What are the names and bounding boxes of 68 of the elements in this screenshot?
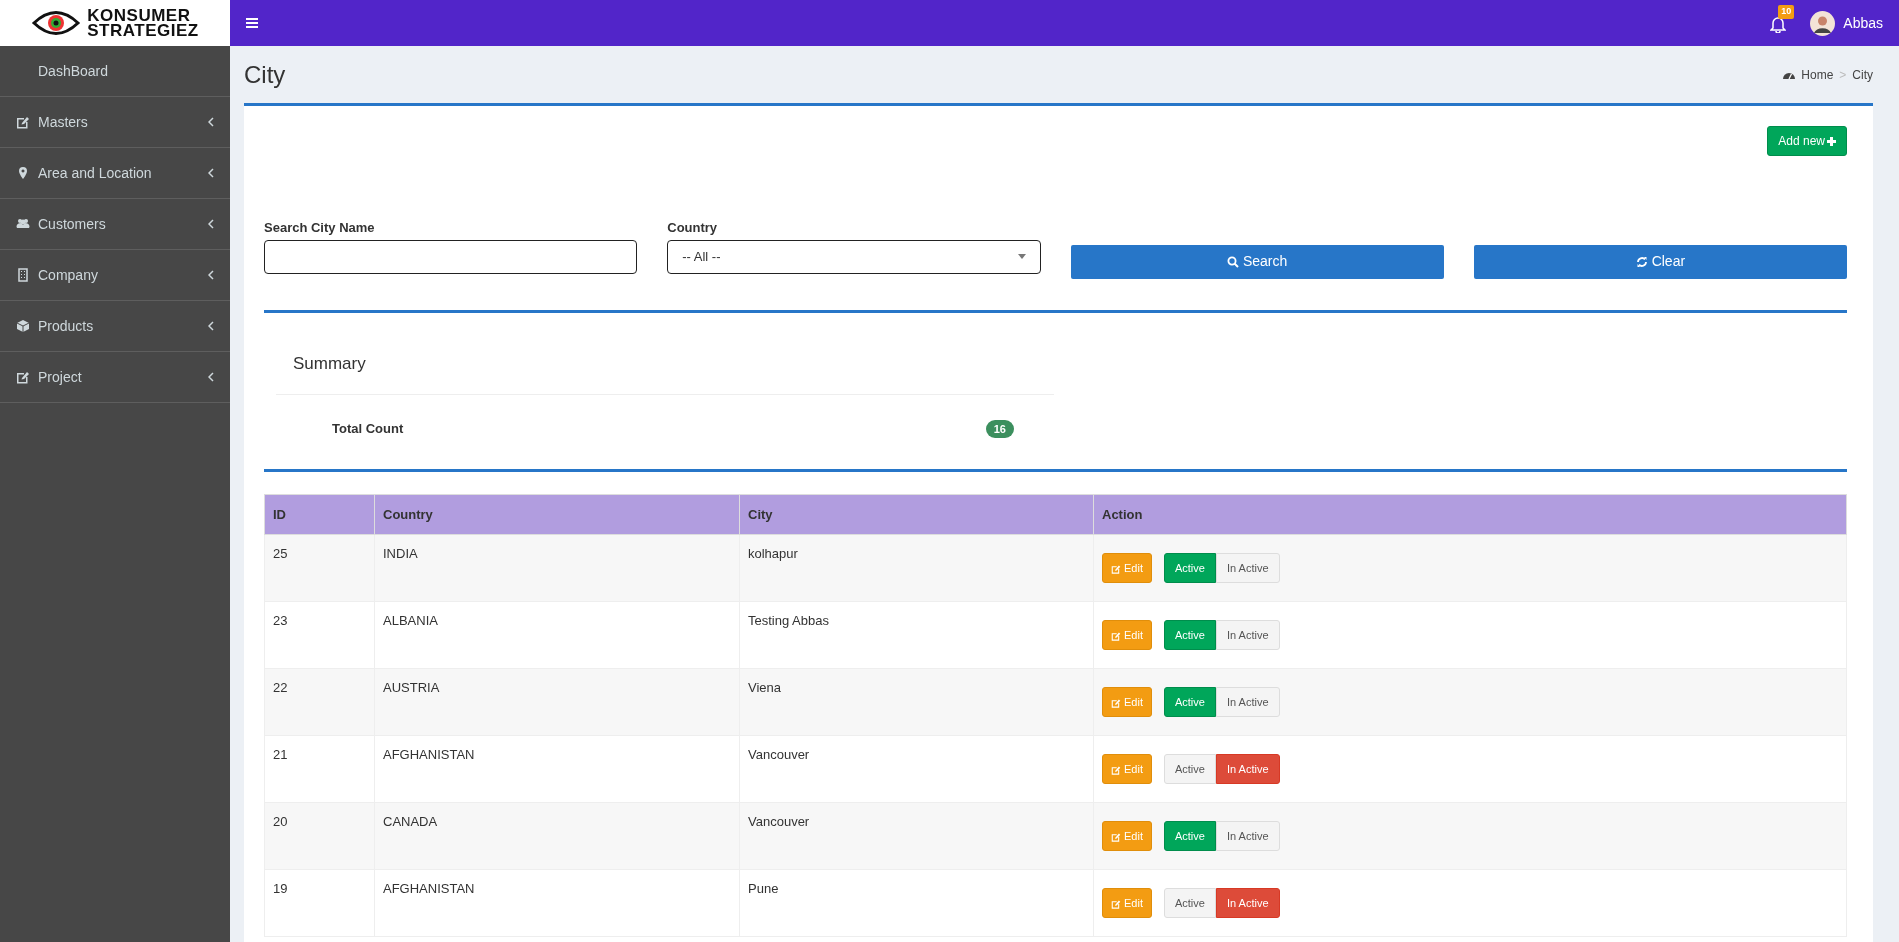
brand-name: KONSUMER: [87, 8, 191, 23]
breadcrumb-current: City: [1852, 66, 1873, 84]
table-cell: Viena: [739, 668, 1094, 736]
table-cell: Vancouver: [739, 802, 1094, 870]
notification-count: 10: [1778, 5, 1795, 19]
table-cell: kolhapur: [739, 534, 1094, 602]
search-icon: [1226, 256, 1239, 269]
summary-title: Summary: [276, 350, 1054, 395]
clear-button[interactable]: Clear: [1473, 244, 1847, 279]
sidebar-item[interactable]: Customers: [38, 213, 208, 235]
column-header: Country: [374, 494, 740, 535]
country-dropdown[interactable]: -- All --: [667, 239, 1041, 274]
brand-name: STRATEGIEZ: [87, 23, 199, 38]
page-title: City: [244, 59, 286, 90]
table-cell: 21: [264, 735, 375, 803]
field-label: Search City Name: [264, 219, 376, 237]
table-cell: AFGHANISTAN: [374, 735, 740, 803]
user-name[interactable]: Abbas: [1843, 12, 1883, 34]
table-cell: 20: [264, 802, 375, 870]
edit-icon: [1111, 831, 1121, 842]
eye-icon: [31, 8, 82, 38]
edit-icon: [1111, 898, 1121, 909]
building-icon: [16, 268, 30, 282]
table-cell: CANADA: [374, 802, 740, 870]
breadcrumb-link[interactable]: Home: [1801, 65, 1834, 84]
edit-icon: [1111, 764, 1121, 775]
menu-icon[interactable]: [246, 18, 258, 28]
field-label: Country: [667, 219, 719, 237]
active-toggle[interactable]: Active: [1163, 887, 1216, 919]
table-cell: AUSTRIA: [374, 668, 740, 736]
search-button[interactable]: Search: [1070, 244, 1444, 279]
sidebar-item[interactable]: Project: [38, 366, 208, 388]
users-icon: [16, 217, 30, 231]
table-cell: Testing Abbas: [739, 601, 1094, 669]
refresh-icon: [1635, 256, 1648, 269]
table-cell: Pune: [739, 869, 1094, 937]
bell-icon[interactable]: [1770, 14, 1787, 33]
table-cell: AFGHANISTAN: [374, 869, 740, 937]
sidebar-item[interactable]: Products: [38, 315, 208, 337]
table-cell: ALBANIA: [374, 601, 740, 669]
table-cell: 25: [264, 534, 375, 602]
column-header: ID: [264, 494, 375, 535]
total-count-label: Total Count: [332, 420, 405, 438]
table-cell: 19: [264, 869, 375, 937]
caret-icon: [1017, 254, 1026, 259]
column-header: City: [739, 494, 1094, 535]
total-count-badge: 16: [985, 419, 1014, 438]
column-header: Action: [1093, 494, 1847, 535]
edit-icon: [1111, 630, 1121, 641]
sidebar-item[interactable]: DashBoard: [38, 60, 214, 82]
plus-icon: [1827, 137, 1836, 147]
sidebar-item[interactable]: Company: [38, 264, 208, 286]
edit-icon: [1111, 697, 1121, 708]
breadcrumb-separator: >: [1839, 66, 1847, 84]
edit-icon: [1111, 563, 1121, 574]
city-name-field[interactable]: [264, 239, 638, 274]
edit-icon: [16, 370, 30, 384]
cube-icon: [16, 319, 30, 333]
edit-icon: [16, 115, 30, 129]
map-pin-icon: [16, 166, 30, 180]
sidebar-item[interactable]: Area and Location: [38, 162, 208, 184]
table-cell: Vancouver: [739, 735, 1094, 803]
active-toggle[interactable]: Active: [1163, 753, 1216, 785]
avatar-icon[interactable]: [1810, 10, 1836, 36]
table-cell: 22: [264, 668, 375, 736]
table-cell: INDIA: [374, 534, 740, 602]
table-cell: 23: [264, 601, 375, 669]
sidebar-item[interactable]: Masters: [38, 111, 208, 133]
